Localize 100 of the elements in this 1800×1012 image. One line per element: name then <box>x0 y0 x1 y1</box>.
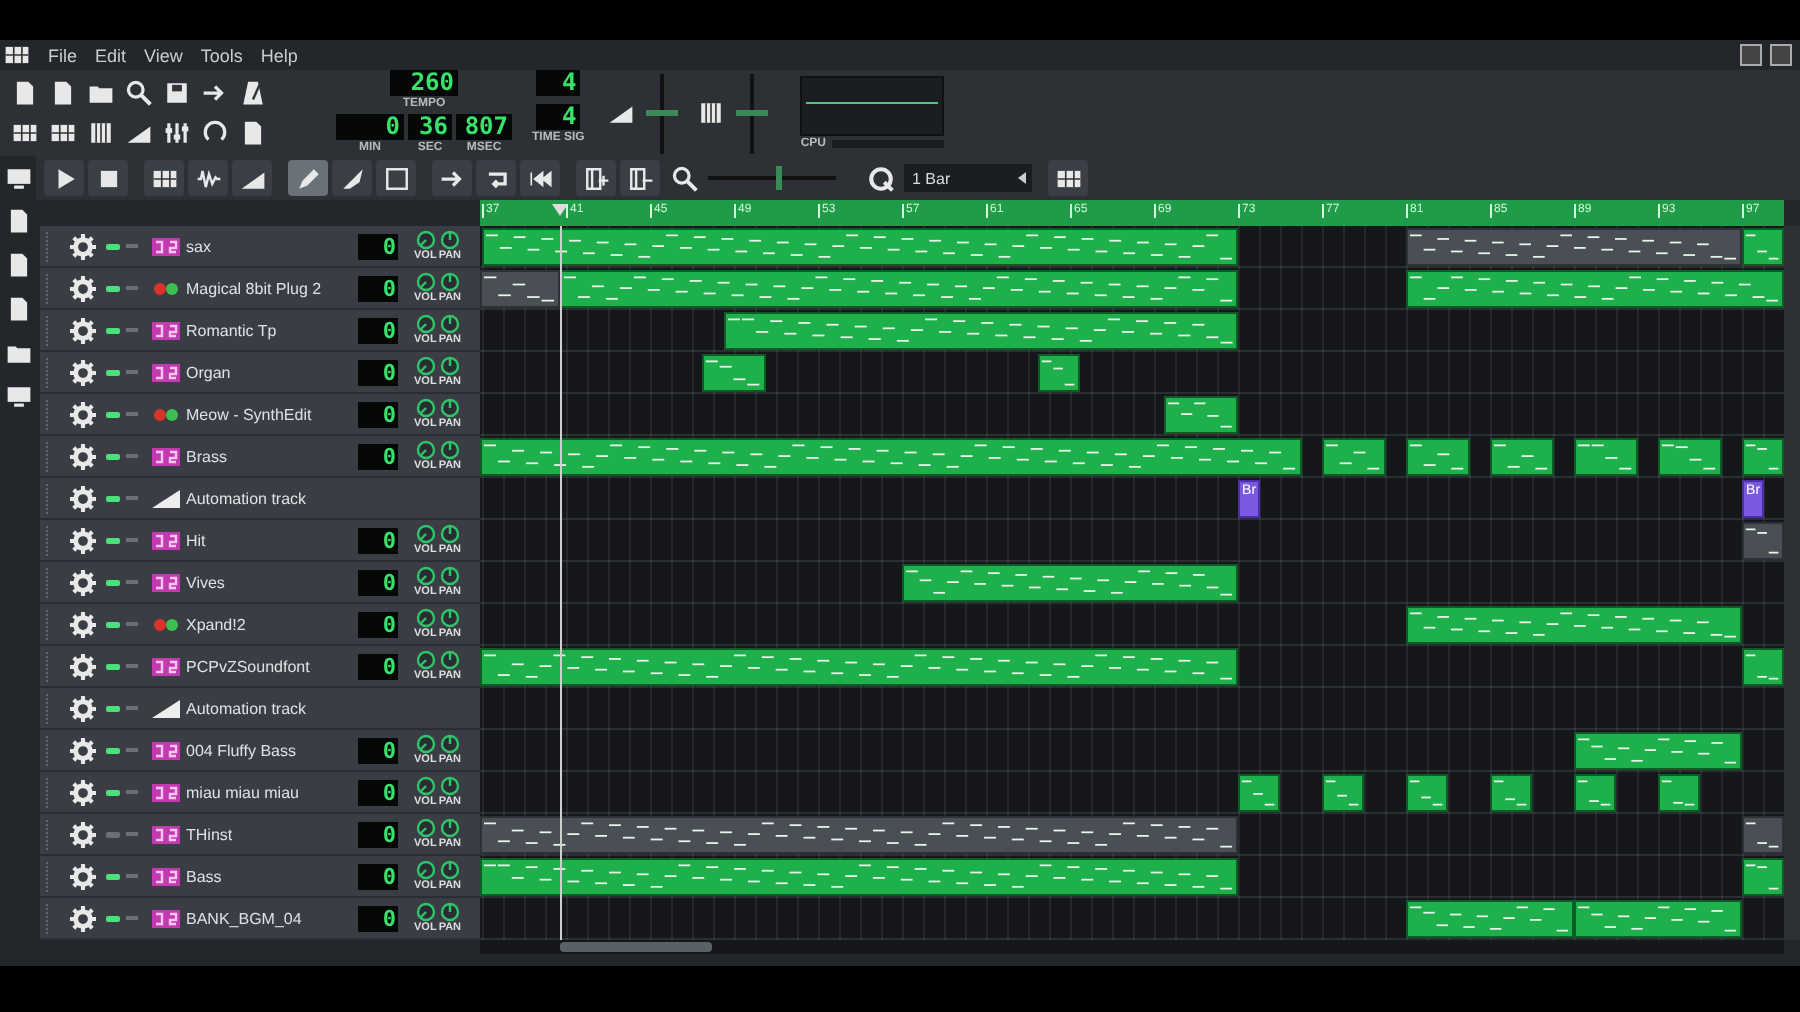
channel-display[interactable]: 0 <box>358 653 398 679</box>
pattern-clip[interactable] <box>1742 648 1784 686</box>
volume-knob[interactable] <box>415 860 436 880</box>
channel-display[interactable]: 0 <box>358 443 398 469</box>
mute-toggle[interactable] <box>106 747 120 753</box>
mute-toggle[interactable] <box>106 873 120 879</box>
volume-knob[interactable] <box>415 314 436 334</box>
settings-icon[interactable] <box>70 695 96 721</box>
horizontal-scrollbar[interactable] <box>480 940 1784 954</box>
pattern-clip[interactable] <box>1574 438 1638 476</box>
pan-knob[interactable] <box>439 524 460 544</box>
volume-knob[interactable] <box>415 608 436 628</box>
track-header[interactable]: Automation track <box>40 478 480 520</box>
volume-knob[interactable] <box>415 776 436 796</box>
pattern-clip[interactable] <box>1742 816 1784 854</box>
volume-knob[interactable] <box>415 272 436 292</box>
pan-knob[interactable] <box>439 566 460 586</box>
channel-display[interactable]: 0 <box>358 233 398 259</box>
settings-icon[interactable] <box>70 821 96 847</box>
volume-knob[interactable] <box>415 566 436 586</box>
channel-display[interactable]: 0 <box>358 905 398 931</box>
menu-item[interactable]: View <box>144 45 183 65</box>
volume-knob[interactable] <box>415 440 436 460</box>
pattern-clip[interactable] <box>1406 438 1470 476</box>
pan-knob[interactable] <box>439 902 460 922</box>
milliseconds-display[interactable]: 807 <box>456 114 512 140</box>
pattern-clip[interactable] <box>1406 774 1449 812</box>
pattern-clip[interactable] <box>480 270 560 308</box>
menu-item[interactable]: Tools <box>200 45 243 65</box>
insert-bar-icon[interactable] <box>583 165 609 191</box>
tempo-display[interactable]: 260 <box>390 70 458 96</box>
minutes-display[interactable]: 0 <box>336 114 404 140</box>
settings-icon[interactable] <box>70 863 96 889</box>
mute-toggle[interactable] <box>106 537 120 543</box>
pattern-clip[interactable] <box>1742 438 1784 476</box>
pattern-clip[interactable] <box>1490 438 1554 476</box>
pattern-clip[interactable] <box>1742 522 1784 560</box>
time-signature-denominator[interactable]: 4 <box>536 104 581 130</box>
pattern-clip[interactable] <box>1574 774 1617 812</box>
project-files-icon[interactable] <box>5 252 31 278</box>
mute-toggle[interactable] <box>106 705 120 711</box>
mute-toggle[interactable] <box>106 621 120 627</box>
new-file-icon[interactable] <box>12 80 38 106</box>
menu-item[interactable]: Edit <box>95 45 127 65</box>
visualization-icon[interactable] <box>5 165 31 191</box>
pan-knob[interactable] <box>439 650 460 670</box>
channel-display[interactable]: 0 <box>358 779 398 805</box>
pan-knob[interactable] <box>439 776 460 796</box>
channel-display[interactable]: 0 <box>358 359 398 385</box>
tool-button[interactable] <box>376 160 416 196</box>
pattern-clip[interactable] <box>1742 228 1784 266</box>
settings-icon[interactable] <box>70 401 96 427</box>
channel-display[interactable]: 0 <box>358 527 398 553</box>
pattern-clip[interactable] <box>1038 354 1081 392</box>
pan-knob[interactable] <box>439 608 460 628</box>
pattern-clip[interactable] <box>1322 774 1365 812</box>
menu-item[interactable]: Help <box>260 45 298 65</box>
pan-knob[interactable] <box>439 272 460 292</box>
pattern-clip[interactable] <box>1238 774 1281 812</box>
volume-knob[interactable] <box>415 398 436 418</box>
instrument-plugins-icon[interactable] <box>5 208 31 234</box>
save-icon[interactable] <box>164 80 190 106</box>
master-pitch-slider[interactable] <box>732 73 773 153</box>
vertical-scrollbar[interactable] <box>1784 226 1800 940</box>
my-computer-icon[interactable] <box>5 384 31 410</box>
export-icon[interactable] <box>202 80 228 106</box>
pattern-clip[interactable] <box>1164 396 1239 434</box>
pan-knob[interactable] <box>439 398 460 418</box>
mixer-icon[interactable] <box>164 120 190 146</box>
select-tool-icon[interactable] <box>383 165 409 191</box>
volume-knob[interactable] <box>415 230 436 250</box>
mute-toggle[interactable] <box>106 327 120 333</box>
settings-icon[interactable] <box>70 233 96 259</box>
tool-button[interactable] <box>332 160 372 196</box>
settings-icon[interactable] <box>70 569 96 595</box>
mute-toggle[interactable] <box>106 831 120 837</box>
app-menu-icon[interactable] <box>4 42 30 68</box>
pattern-clip[interactable] <box>1490 774 1533 812</box>
pencil-icon[interactable] <box>295 165 321 191</box>
pan-knob[interactable] <box>439 314 460 334</box>
channel-display[interactable]: 0 <box>358 401 398 427</box>
volume-knob[interactable] <box>415 356 436 376</box>
pattern-clip[interactable] <box>1658 438 1722 476</box>
mute-toggle[interactable] <box>106 453 120 459</box>
channel-display[interactable]: 0 <box>358 737 398 763</box>
remove-bar-icon[interactable] <box>627 165 653 191</box>
pan-knob[interactable] <box>439 440 460 460</box>
channel-display[interactable]: 0 <box>358 821 398 847</box>
mute-toggle[interactable] <box>106 789 120 795</box>
settings-icon[interactable] <box>70 485 96 511</box>
zoom-icon[interactable] <box>671 165 697 191</box>
mute-toggle[interactable] <box>106 495 120 501</box>
controller-icon[interactable] <box>202 120 228 146</box>
settings-icon[interactable] <box>70 779 96 805</box>
channel-display[interactable]: 0 <box>358 275 398 301</box>
volume-knob[interactable] <box>415 650 436 670</box>
quantize-dropdown[interactable]: 1 Bar <box>904 164 1032 192</box>
pattern-clip[interactable] <box>702 354 766 392</box>
pattern-clip[interactable] <box>1742 858 1784 896</box>
settings-icon[interactable] <box>70 611 96 637</box>
